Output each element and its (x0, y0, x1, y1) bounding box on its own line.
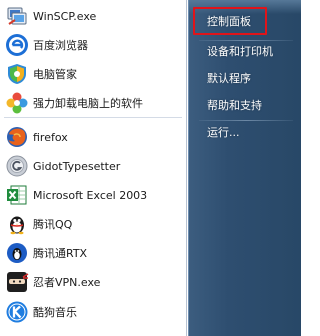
kugou-music-icon (6, 301, 28, 323)
start-menu: WinSCP.exe 百度浏览器 电脑管家 强力卸载电脑上的软件 firefox… (0, 0, 301, 336)
place-item-devices-printers[interactable]: 设备和打印机 (195, 40, 293, 62)
place-label: 帮助和支持 (207, 98, 262, 112)
program-label: Microsoft Excel 2003 (33, 188, 148, 202)
programs-pane: WinSCP.exe 百度浏览器 电脑管家 强力卸载电脑上的软件 firefox… (0, 0, 187, 336)
program-label: firefox (33, 130, 68, 144)
program-label: 强力卸载电脑上的软件 (33, 96, 143, 110)
program-label: GidotTypesetter (33, 159, 121, 173)
program-item-qq[interactable]: 腾讯QQ (0, 208, 186, 240)
uninstall-flower-icon (6, 92, 28, 114)
program-label: 百度浏览器 (33, 38, 88, 52)
place-label: 控制面板 (207, 14, 251, 28)
place-item-run[interactable]: 运行... (195, 121, 293, 143)
program-label: 忍者VPN.exe (33, 275, 101, 289)
program-label: 电脑管家 (33, 67, 77, 81)
excel-icon (7, 185, 27, 205)
program-item-baidu-browser[interactable]: 百度浏览器 (0, 29, 186, 61)
program-label: 腾讯通RTX (33, 246, 88, 260)
winscp-icon (7, 7, 27, 25)
program-label: WinSCP.exe (33, 9, 97, 23)
baidu-browser-icon (6, 34, 28, 56)
firefox-icon (7, 127, 27, 147)
program-item-rtx[interactable]: 腾讯通RTX (0, 237, 186, 269)
program-item-excel[interactable]: Microsoft Excel 2003 (0, 179, 186, 211)
places-pane: 控制面板 设备和打印机 默认程序 帮助和支持 运行... (188, 0, 301, 336)
rtx-icon (7, 243, 27, 263)
qq-penguin-icon (10, 216, 24, 235)
program-label: 酷狗音乐 (33, 305, 77, 319)
gidot-typesetter-icon (6, 155, 28, 177)
program-item-uninstaller[interactable]: 强力卸载电脑上的软件 (0, 87, 186, 119)
place-item-control-panel[interactable]: 控制面板 (195, 10, 293, 32)
program-item-kugou[interactable]: 酷狗音乐 (0, 296, 186, 328)
place-label: 默认程序 (207, 71, 251, 85)
program-item-firefox[interactable]: firefox (0, 121, 186, 153)
place-label: 设备和打印机 (207, 44, 273, 58)
programs-divider (4, 117, 182, 118)
program-item-gidot-typesetter[interactable]: GidotTypesetter (0, 150, 186, 182)
program-item-pc-manager[interactable]: 电脑管家 (0, 58, 186, 90)
program-label: 腾讯QQ (33, 217, 73, 231)
program-item-ninja-vpn[interactable]: 忍者VPN.exe (0, 266, 186, 298)
place-item-help-support[interactable]: 帮助和支持 (195, 94, 293, 116)
place-label: 运行... (207, 125, 240, 139)
ninja-vpn-icon (7, 272, 29, 292)
pc-manager-shield-icon (8, 64, 26, 84)
place-item-default-programs[interactable]: 默认程序 (195, 67, 293, 89)
program-item-winscp[interactable]: WinSCP.exe (0, 0, 186, 32)
